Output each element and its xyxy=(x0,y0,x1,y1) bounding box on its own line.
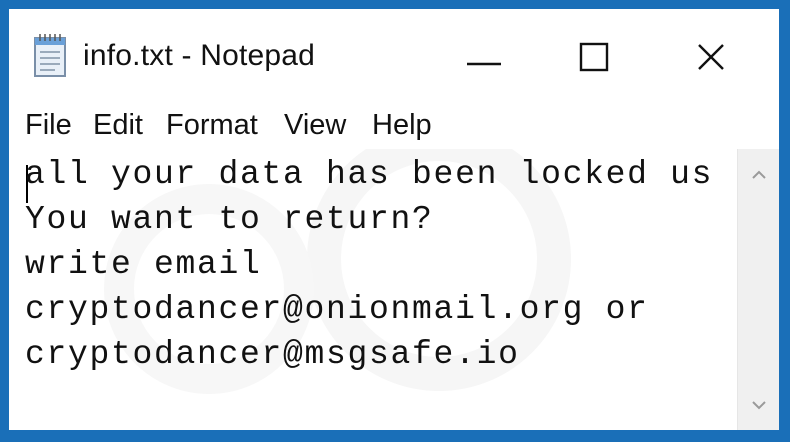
menu-format[interactable]: Format xyxy=(166,109,258,142)
menu-help[interactable]: Help xyxy=(372,109,432,142)
text-line: cryptodancer@msgsafe.io xyxy=(25,336,520,373)
menu-file[interactable]: File xyxy=(25,109,72,142)
text-line: You want to return? xyxy=(25,201,434,238)
maximize-button[interactable] xyxy=(545,17,645,97)
menu-edit[interactable]: Edit xyxy=(93,109,143,142)
chevron-up-icon xyxy=(752,170,766,179)
scroll-down-button[interactable] xyxy=(738,385,779,425)
scroll-up-button[interactable] xyxy=(738,155,779,195)
menu-view[interactable]: View xyxy=(284,109,346,142)
text-line: cryptodancer@onionmail.org or xyxy=(25,291,649,328)
menu-bar: File Edit Format View Help xyxy=(9,103,779,149)
notepad-icon xyxy=(31,32,71,80)
vertical-scrollbar[interactable] xyxy=(737,149,779,430)
notepad-window: info.txt - Notepad File Edit Format View… xyxy=(9,9,779,430)
title-bar[interactable]: info.txt - Notepad xyxy=(9,9,779,99)
minimize-button[interactable] xyxy=(437,17,537,97)
text-editor[interactable]: all your data has been locked us You wan… xyxy=(9,149,737,430)
window-title: info.txt - Notepad xyxy=(83,39,316,72)
text-line: all your data has been locked us xyxy=(25,156,714,193)
chevron-down-icon xyxy=(752,401,766,410)
text-line: write email xyxy=(25,246,262,283)
minimize-icon xyxy=(467,62,501,66)
close-icon xyxy=(698,44,724,70)
close-button[interactable] xyxy=(661,17,761,97)
maximize-icon xyxy=(579,42,609,72)
